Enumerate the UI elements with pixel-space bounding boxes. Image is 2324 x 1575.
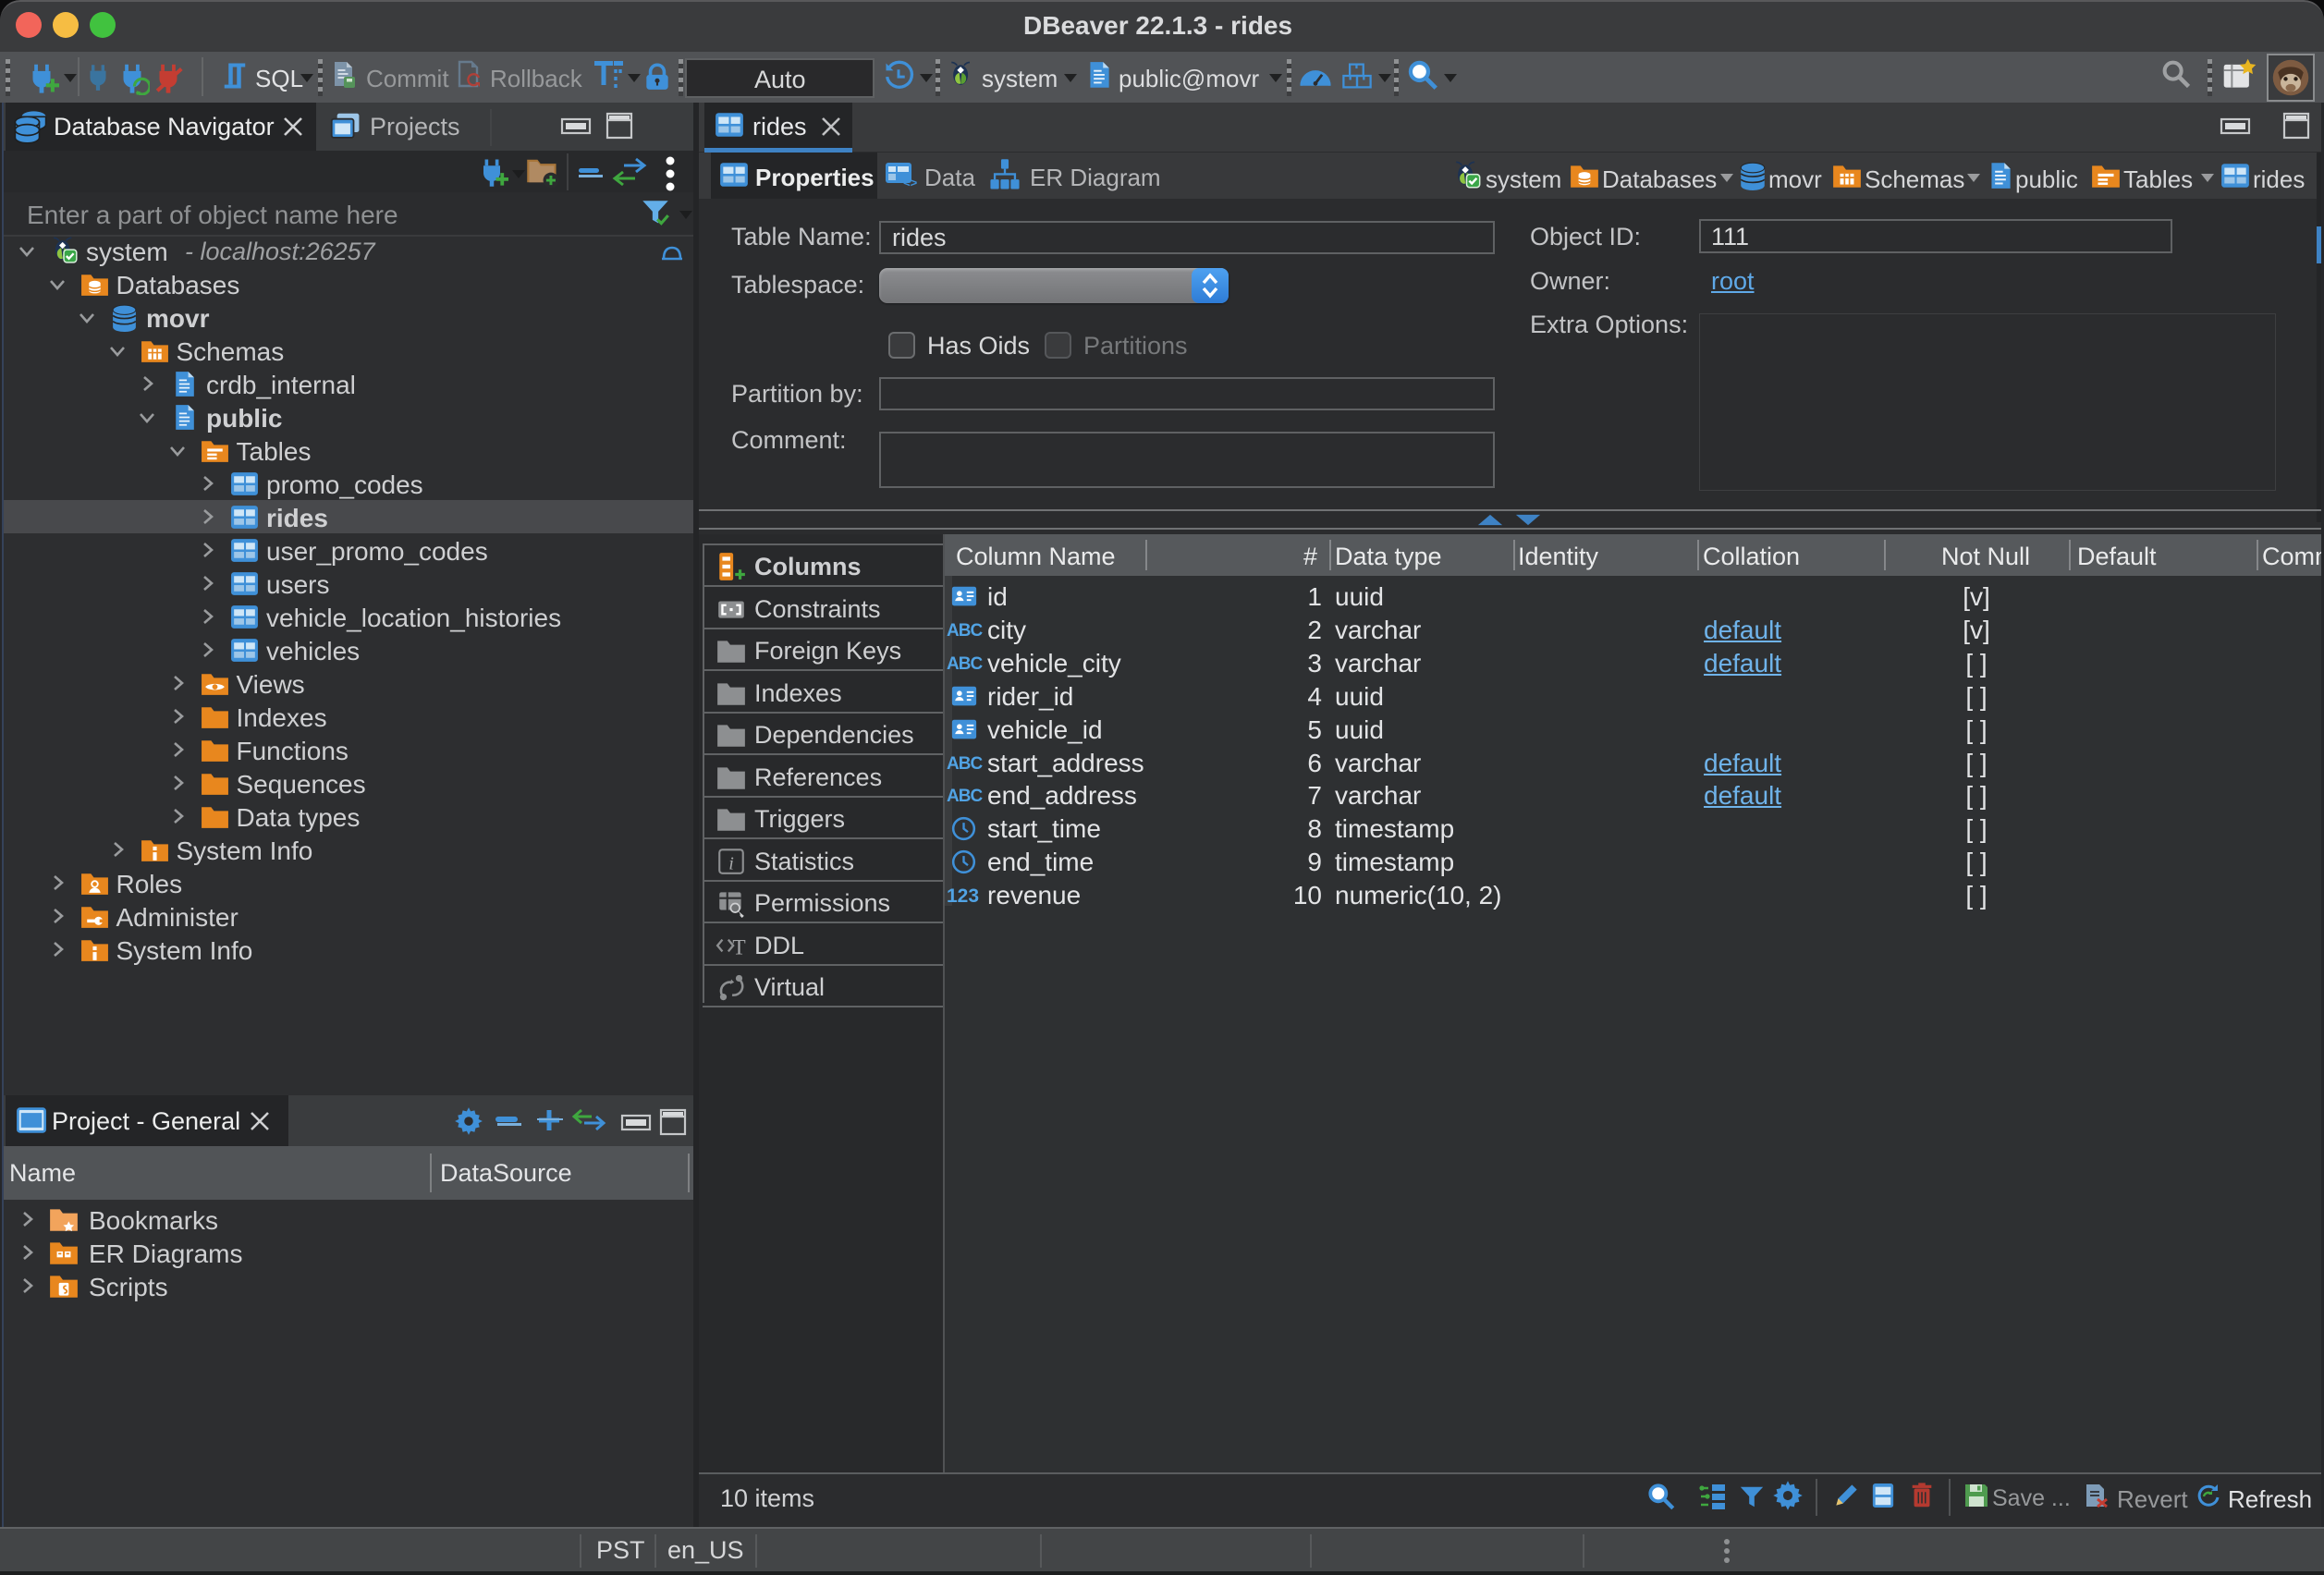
svg-text:T: T (732, 935, 745, 959)
svg-text:i: i (728, 853, 734, 873)
svg-text:<>: <> (903, 176, 917, 189)
